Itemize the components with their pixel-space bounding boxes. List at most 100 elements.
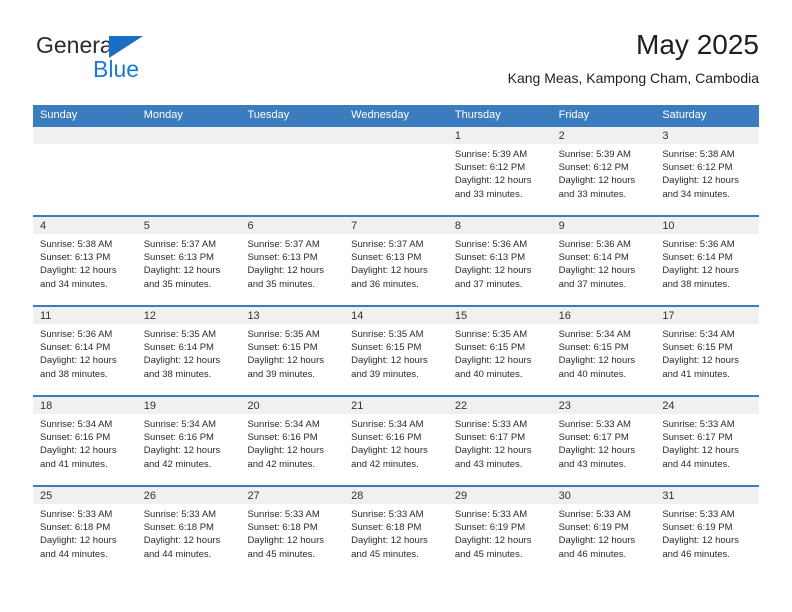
- day-cell[interactable]: 18 Sunrise: 5:34 AM Sunset: 6:16 PM Dayl…: [33, 397, 137, 485]
- day-details: Sunrise: 5:35 AM Sunset: 6:15 PM Dayligh…: [240, 324, 344, 381]
- daylight-text-line1: Daylight: 12 hours: [247, 445, 325, 457]
- sunrise-text: Sunrise: 5:33 AM: [247, 509, 320, 520]
- day-details: Sunrise: 5:33 AM Sunset: 6:18 PM Dayligh…: [137, 504, 241, 561]
- sunrise-text: Sunrise: 5:34 AM: [247, 419, 320, 430]
- day-cell[interactable]: 8 Sunrise: 5:36 AM Sunset: 6:13 PM Dayli…: [447, 217, 552, 305]
- sunset-text: Sunset: 6:14 PM: [558, 252, 629, 264]
- daylight-text-line2: and 35 minutes.: [247, 278, 316, 290]
- daylight-text-line2: and 39 minutes.: [247, 368, 316, 380]
- daylight-text-line1: Daylight: 12 hours: [40, 445, 117, 457]
- sunset-text: Sunset: 6:16 PM: [247, 432, 318, 444]
- day-details: Sunrise: 5:33 AM Sunset: 6:18 PM Dayligh…: [240, 504, 344, 561]
- daylight-text-line1: Daylight: 12 hours: [40, 265, 117, 277]
- day-number: [33, 127, 137, 144]
- day-details: Sunrise: 5:37 AM Sunset: 6:13 PM Dayligh…: [240, 234, 344, 291]
- day-cell[interactable]: 27 Sunrise: 5:33 AM Sunset: 6:18 PM Dayl…: [240, 487, 345, 575]
- day-cell[interactable]: 12 Sunrise: 5:35 AM Sunset: 6:14 PM Dayl…: [136, 307, 241, 395]
- day-cell[interactable]: 21 Sunrise: 5:34 AM Sunset: 6:16 PM Dayl…: [344, 397, 448, 485]
- weekday-header-friday: Friday: [558, 109, 590, 121]
- day-details: Sunrise: 5:33 AM Sunset: 6:18 PM Dayligh…: [344, 504, 448, 561]
- sunset-text: Sunset: 6:16 PM: [40, 432, 111, 444]
- daylight-text-line1: Daylight: 12 hours: [662, 445, 739, 457]
- brand-name-bottom: Blue: [93, 56, 140, 82]
- day-cell[interactable]: 24 Sunrise: 5:33 AM Sunset: 6:17 PM Dayl…: [655, 397, 760, 485]
- sunset-text: Sunset: 6:18 PM: [40, 522, 111, 534]
- day-cell[interactable]: 23 Sunrise: 5:33 AM Sunset: 6:17 PM Dayl…: [551, 397, 656, 485]
- day-details: Sunrise: 5:34 AM Sunset: 6:16 PM Dayligh…: [240, 414, 344, 471]
- day-cell[interactable]: 4 Sunrise: 5:38 AM Sunset: 6:13 PM Dayli…: [33, 217, 137, 305]
- daylight-text-line2: and 35 minutes.: [143, 278, 212, 290]
- sunset-text: Sunset: 6:15 PM: [454, 342, 526, 354]
- day-details: Sunrise: 5:36 AM Sunset: 6:14 PM Dayligh…: [33, 324, 137, 381]
- day-number: 27: [240, 487, 345, 504]
- sunrise-text: Sunrise: 5:39 AM: [558, 149, 631, 160]
- day-cell[interactable]: 5 Sunrise: 5:37 AM Sunset: 6:13 PM Dayli…: [136, 217, 241, 305]
- day-cell[interactable]: 6 Sunrise: 5:37 AM Sunset: 6:13 PM Dayli…: [240, 217, 345, 305]
- day-details: Sunrise: 5:35 AM Sunset: 6:15 PM Dayligh…: [448, 324, 552, 381]
- day-cell[interactable]: 7 Sunrise: 5:37 AM Sunset: 6:13 PM Dayli…: [344, 217, 448, 305]
- day-cell[interactable]: 11 Sunrise: 5:36 AM Sunset: 6:14 PM Dayl…: [33, 307, 137, 395]
- page-subtitle: Kang Meas, Kampong Cham, Cambodia: [507, 70, 759, 86]
- day-details: Sunrise: 5:36 AM Sunset: 6:13 PM Dayligh…: [448, 234, 552, 291]
- day-details: Sunrise: 5:38 AM Sunset: 6:12 PM Dayligh…: [655, 144, 759, 201]
- brand-logo[interactable]: General Blue: [33, 32, 253, 90]
- day-number: [344, 127, 448, 144]
- day-number: 26: [136, 487, 241, 504]
- day-cell[interactable]: 1 Sunrise: 5:39 AM Sunset: 6:12 PM Dayli…: [447, 127, 552, 215]
- day-cell[interactable]: 19 Sunrise: 5:34 AM Sunset: 6:16 PM Dayl…: [136, 397, 241, 485]
- day-cell[interactable]: 13 Sunrise: 5:35 AM Sunset: 6:15 PM Dayl…: [240, 307, 345, 395]
- sunset-text: Sunset: 6:18 PM: [143, 522, 214, 534]
- day-number: 1: [447, 127, 552, 144]
- day-cell[interactable]: 30 Sunrise: 5:33 AM Sunset: 6:19 PM Dayl…: [551, 487, 656, 575]
- day-cell[interactable]: [344, 127, 448, 215]
- daylight-text-line1: Daylight: 12 hours: [247, 265, 325, 277]
- daylight-text-line1: Daylight: 12 hours: [454, 175, 532, 187]
- daylight-text-line1: Daylight: 12 hours: [40, 355, 117, 367]
- day-number: 23: [551, 397, 656, 414]
- sunset-text: Sunset: 6:12 PM: [454, 162, 526, 174]
- day-cell[interactable]: 17 Sunrise: 5:34 AM Sunset: 6:15 PM Dayl…: [655, 307, 760, 395]
- day-cell[interactable]: 26 Sunrise: 5:33 AM Sunset: 6:18 PM Dayl…: [136, 487, 241, 575]
- daylight-text-line2: and 45 minutes.: [454, 548, 523, 560]
- day-cell[interactable]: 14 Sunrise: 5:35 AM Sunset: 6:15 PM Dayl…: [344, 307, 448, 395]
- day-cell[interactable]: [136, 127, 241, 215]
- day-cell[interactable]: 20 Sunrise: 5:34 AM Sunset: 6:16 PM Dayl…: [240, 397, 345, 485]
- day-details: Sunrise: 5:33 AM Sunset: 6:18 PM Dayligh…: [33, 504, 137, 561]
- day-cell[interactable]: 25 Sunrise: 5:33 AM Sunset: 6:18 PM Dayl…: [33, 487, 137, 575]
- day-cell[interactable]: 29 Sunrise: 5:33 AM Sunset: 6:19 PM Dayl…: [447, 487, 552, 575]
- title-block: May 2025 Kang Meas, Kampong Cham, Cambod…: [508, 28, 759, 87]
- sunrise-text: Sunrise: 5:33 AM: [558, 419, 631, 430]
- daylight-text-line1: Daylight: 12 hours: [247, 355, 325, 367]
- sunrise-text: Sunrise: 5:33 AM: [558, 509, 631, 520]
- sunset-text: Sunset: 6:15 PM: [247, 342, 318, 354]
- daylight-text-line1: Daylight: 12 hours: [351, 445, 428, 457]
- day-cell[interactable]: 2 Sunrise: 5:39 AM Sunset: 6:12 PM Dayli…: [551, 127, 656, 215]
- sunset-text: Sunset: 6:14 PM: [143, 342, 214, 354]
- sunset-text: Sunset: 6:13 PM: [454, 252, 526, 264]
- day-details: Sunrise: 5:36 AM Sunset: 6:14 PM Dayligh…: [552, 234, 656, 291]
- sunset-text: Sunset: 6:15 PM: [558, 342, 629, 354]
- day-number: 29: [447, 487, 552, 504]
- day-cell[interactable]: 22 Sunrise: 5:33 AM Sunset: 6:17 PM Dayl…: [447, 397, 552, 485]
- sunset-text: Sunset: 6:12 PM: [558, 162, 629, 174]
- day-cell[interactable]: 10 Sunrise: 5:36 AM Sunset: 6:14 PM Dayl…: [655, 217, 760, 305]
- sunset-text: Sunset: 6:17 PM: [558, 432, 629, 444]
- day-cell[interactable]: 3 Sunrise: 5:38 AM Sunset: 6:12 PM Dayli…: [655, 127, 760, 215]
- day-cell[interactable]: 16 Sunrise: 5:34 AM Sunset: 6:15 PM Dayl…: [551, 307, 656, 395]
- daylight-text-line1: Daylight: 12 hours: [558, 175, 636, 187]
- sunrise-text: Sunrise: 5:33 AM: [143, 509, 217, 520]
- day-cell[interactable]: 31 Sunrise: 5:33 AM Sunset: 6:19 PM Dayl…: [655, 487, 760, 575]
- day-number: 31: [655, 487, 760, 504]
- weekday-header-wednesday: Wednesday: [351, 109, 410, 121]
- day-number: 6: [240, 217, 345, 234]
- day-cell[interactable]: 9 Sunrise: 5:36 AM Sunset: 6:14 PM Dayli…: [551, 217, 656, 305]
- day-cell[interactable]: 28 Sunrise: 5:33 AM Sunset: 6:18 PM Dayl…: [344, 487, 448, 575]
- daylight-text-line1: Daylight: 12 hours: [662, 265, 739, 277]
- daylight-text-line2: and 45 minutes.: [351, 548, 419, 560]
- day-cell[interactable]: 15 Sunrise: 5:35 AM Sunset: 6:15 PM Dayl…: [447, 307, 552, 395]
- day-cell[interactable]: [33, 127, 137, 215]
- day-cell[interactable]: [240, 127, 345, 215]
- weekday-header-tuesday: Tuesday: [247, 109, 290, 121]
- day-number: 15: [447, 307, 552, 324]
- daylight-text-line1: Daylight: 12 hours: [662, 355, 739, 367]
